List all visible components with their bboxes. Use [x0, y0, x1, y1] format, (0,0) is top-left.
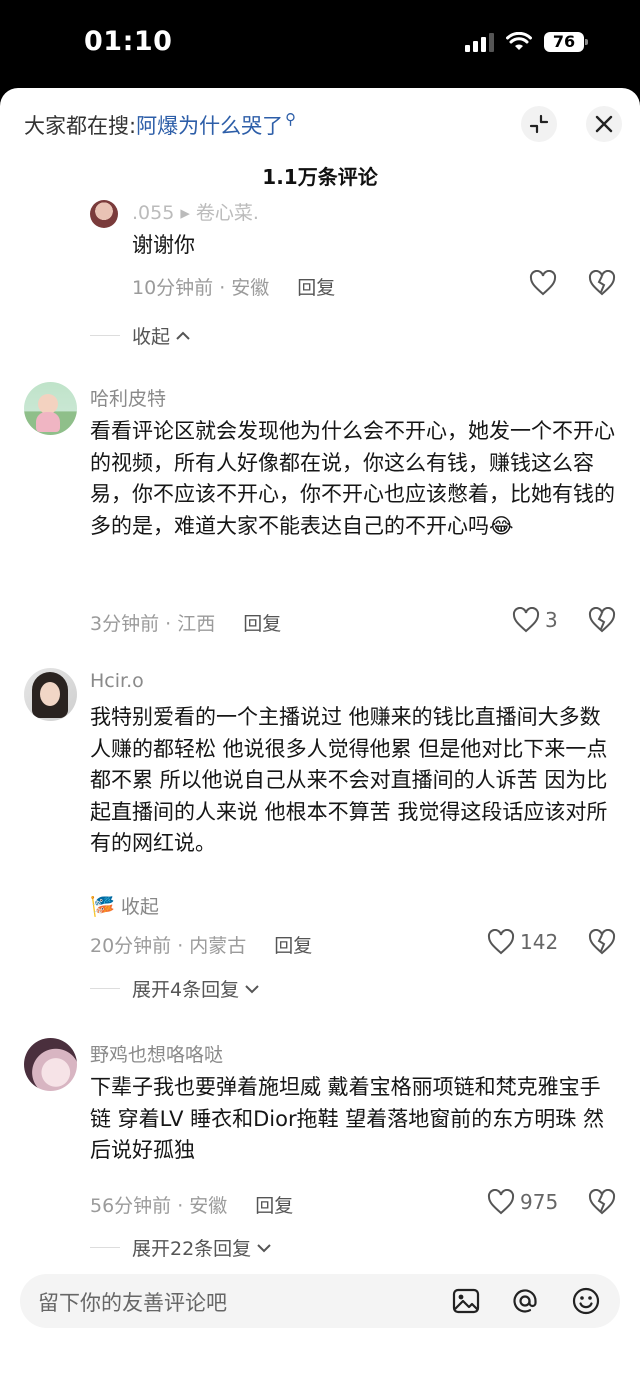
comment-sheet: 大家都在搜: 阿爆为什么哭了 ⚲ 1.1万条评论 .055 ▸ 卷心菜. 谢谢你… [0, 88, 640, 1387]
like-button[interactable]: 142 [487, 929, 558, 955]
heart-icon [487, 1189, 515, 1215]
comment-time-location: 56分钟前 · 安徽 [90, 1195, 228, 1217]
comment-username[interactable]: 野鸡也想咯咯哒 [90, 1040, 223, 1067]
expand-replies-button[interactable]: 展开22条回复 [90, 1234, 273, 1261]
reply-button[interactable]: 回复 [255, 1191, 293, 1218]
comment-meta: 56分钟前 · 安徽 回复 [90, 1191, 293, 1218]
reply-button[interactable]: 回复 [243, 609, 281, 636]
collapse-label: 收起 [120, 896, 159, 918]
comment-item: 哈利皮特 看看评论区就会发现他为什么会不开心，她发一个不开心的视频，所有人好像都… [0, 380, 640, 640]
comment-text: 谢谢你 [132, 233, 195, 257]
broken-heart-icon [588, 606, 616, 633]
reply-button[interactable]: 回复 [297, 273, 335, 300]
avatar[interactable] [24, 1038, 77, 1091]
comment-meta: 20分钟前 · 内蒙古 回复 [90, 931, 312, 958]
broken-heart-icon [588, 269, 616, 296]
dislike-button[interactable] [588, 928, 616, 959]
like-button[interactable]: 975 [487, 1189, 558, 1215]
like-button[interactable] [529, 270, 557, 296]
search-icon: ⚲ [285, 110, 297, 128]
home-indicator-area [0, 1332, 640, 1387]
comment-count-title: 1.1万条评论 [262, 165, 378, 189]
broken-heart-icon [588, 1188, 616, 1215]
comment-text: 下辈子我也要弹着施坦威 戴着宝格丽项链和梵克雅宝手链 穿着LV 睡衣和Dior拖… [90, 1075, 604, 1162]
comment-item: .055 ▸ 卷心菜. 谢谢你 10分钟前 · 安徽 回复 收起 [0, 198, 640, 348]
image-icon [452, 1288, 480, 1314]
heart-icon [487, 929, 515, 955]
status-time: 01:10 [84, 26, 173, 57]
expand-label: 展开22条回复 [132, 1238, 252, 1260]
heart-icon [512, 607, 540, 633]
emoji-button[interactable] [572, 1287, 600, 1315]
signal-icon [465, 32, 494, 52]
battery-icon: 76 [544, 32, 588, 52]
comment-time-location: 20分钟前 · 内蒙古 [90, 935, 247, 957]
comment-input-bar[interactable]: 留下你的友善评论吧 [20, 1274, 620, 1328]
image-button[interactable] [452, 1287, 480, 1315]
collapse-icon [529, 114, 549, 134]
search-prefix: 大家都在搜: [24, 114, 137, 138]
like-count: 142 [520, 930, 559, 954]
status-bar: 01:10 76 [0, 0, 640, 88]
comment-item: 野鸡也想咯咯哒 下辈子我也要弹着施坦威 戴着宝格丽项链和梵克雅宝手链 穿着LV … [0, 1036, 640, 1266]
close-button[interactable] [586, 106, 622, 142]
comment-username[interactable]: 哈利皮特 [90, 384, 166, 411]
comment-meta: 10分钟前 · 安徽 回复 [132, 273, 335, 300]
emoji-icon [572, 1287, 600, 1315]
status-icons: 76 [465, 32, 588, 52]
collapse-replies-button[interactable]: 收起 [90, 322, 192, 349]
chevron-down-icon [257, 1243, 271, 1252]
comment-username[interactable]: Hcir.o [90, 670, 144, 692]
like-count: 3 [545, 608, 558, 632]
expand-label: 展开4条回复 [132, 979, 240, 1001]
avatar[interactable] [90, 200, 118, 228]
like-button[interactable]: 3 [512, 607, 558, 633]
dislike-button[interactable] [588, 269, 616, 300]
expand-replies-button[interactable]: 展开4条回复 [90, 975, 261, 1002]
avatar[interactable] [24, 668, 77, 721]
broken-heart-icon [588, 928, 616, 955]
collapse-text-button[interactable]: 🎏 收起 [90, 892, 159, 919]
search-query-link[interactable]: 阿爆为什么哭了 [136, 110, 283, 140]
comment-text: 我特别爱看的一个主播说过 他赚来的钱比直播间大多数人赚的都轻松 他说很多人觉得他… [90, 705, 608, 855]
heart-icon [529, 270, 557, 296]
comment-time-location: 10分钟前 · 安徽 [132, 277, 270, 299]
collapse-label: 收起 [132, 326, 171, 348]
close-icon [595, 115, 613, 133]
dislike-button[interactable] [588, 606, 616, 637]
mention-button[interactable] [511, 1287, 539, 1315]
chevron-down-icon [245, 984, 259, 993]
wifi-icon [506, 32, 532, 50]
at-icon [513, 1289, 537, 1313]
like-count: 975 [520, 1190, 559, 1214]
comment-meta: 3分钟前 · 江西 回复 [90, 609, 281, 636]
comment-username[interactable]: .055 ▸ 卷心菜. [132, 198, 259, 225]
search-suggestion[interactable]: 大家都在搜: 阿爆为什么哭了 ⚲ [24, 110, 296, 140]
comment-time-location: 3分钟前 · 江西 [90, 613, 216, 635]
comment-text: 看看评论区就会发现他为什么会不开心，她发一个不开心的视频，所有人好像都在说，你这… [90, 419, 615, 538]
collapse-button[interactable] [521, 106, 557, 142]
dislike-button[interactable] [588, 1188, 616, 1219]
reply-button[interactable]: 回复 [274, 931, 312, 958]
comment-input-placeholder[interactable]: 留下你的友善评论吧 [38, 1287, 227, 1317]
emoji-sticker-icon: 🎏 [90, 893, 115, 918]
comment-item: Hcir.o 我特别爱看的一个主播说过 他赚来的钱比直播间大多数人赚的都轻松 他… [0, 666, 640, 1006]
avatar[interactable] [24, 382, 77, 435]
chevron-up-icon [176, 331, 190, 340]
